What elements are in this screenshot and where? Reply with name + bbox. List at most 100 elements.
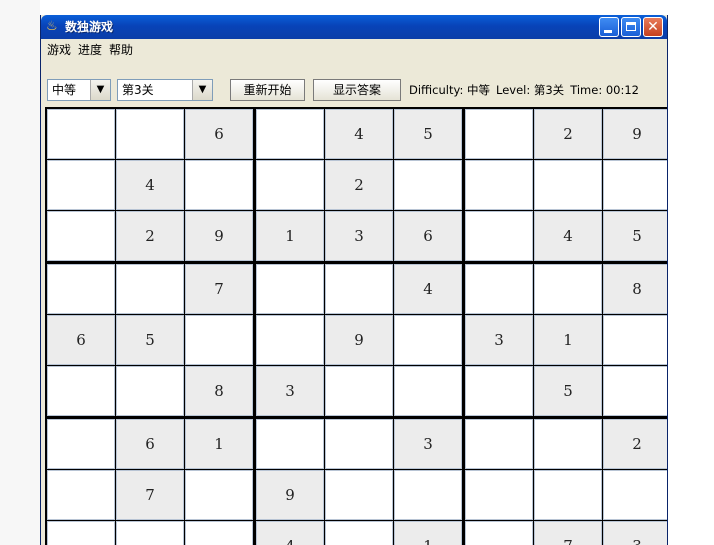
sudoku-cell-r7c7[interactable]: [465, 419, 533, 469]
sudoku-cell-r3c4: 1: [256, 211, 324, 261]
sudoku-cell-r3c6: 6: [394, 211, 462, 261]
sudoku-cell-r7c9: 2: [603, 419, 667, 469]
sudoku-cell-r6c5[interactable]: [325, 366, 393, 416]
sudoku-cell-r7c6: 3: [394, 419, 462, 469]
menu-game[interactable]: 游戏: [47, 43, 71, 57]
sudoku-cell-r2c8[interactable]: [534, 160, 602, 210]
sudoku-cell-r6c3: 8: [185, 366, 253, 416]
sudoku-cell-r2c3[interactable]: [185, 160, 253, 210]
sudoku-cell-r9c3[interactable]: [185, 521, 253, 545]
sudoku-cell-r6c6[interactable]: [394, 366, 462, 416]
minimize-icon: [604, 30, 612, 33]
sudoku-cell-r4c3: 7: [185, 264, 253, 314]
sudoku-cell-r9c5[interactable]: [325, 521, 393, 545]
sudoku-cell-r7c5[interactable]: [325, 419, 393, 469]
sudoku-cell-r2c1[interactable]: [47, 160, 115, 210]
level-value: 第3关: [122, 83, 154, 97]
sudoku-cell-r6c9[interactable]: [603, 366, 667, 416]
sudoku-cell-r1c5: 4: [325, 109, 393, 159]
sudoku-cell-r5c7: 3: [465, 315, 533, 365]
sudoku-cell-r3c5: 3: [325, 211, 393, 261]
sudoku-cell-r9c2[interactable]: [116, 521, 184, 545]
sudoku-cell-r8c9[interactable]: [603, 470, 667, 520]
sudoku-cell-r4c4[interactable]: [256, 264, 324, 314]
toolbar: 中等 ▼ 第3关 ▼ 重新开始 显示答案 Difficulty: 中等 Level…: [41, 61, 667, 105]
sudoku-cell-r2c2: 4: [116, 160, 184, 210]
sudoku-cell-r8c4: 9: [256, 470, 324, 520]
show-answer-button[interactable]: 显示答案: [313, 79, 401, 101]
sudoku-cell-r4c2[interactable]: [116, 264, 184, 314]
sudoku-cell-r4c7[interactable]: [465, 264, 533, 314]
background-strip: [0, 0, 40, 545]
sudoku-cell-r3c1[interactable]: [47, 211, 115, 261]
sudoku-cell-r7c3: 1: [185, 419, 253, 469]
sudoku-window: ♨ 数独游戏 ✕ 游戏 进度 帮助 中等 ▼ 第3关 ▼ 重新开始 显示答案 D…: [40, 15, 668, 545]
sudoku-cell-r5c8: 1: [534, 315, 602, 365]
sudoku-cell-r1c4[interactable]: [256, 109, 324, 159]
chevron-down-icon[interactable]: ▼: [90, 80, 110, 100]
chevron-down-icon[interactable]: ▼: [192, 80, 212, 100]
close-icon: ✕: [647, 19, 659, 35]
sudoku-cell-r4c8[interactable]: [534, 264, 602, 314]
sudoku-cell-r8c5[interactable]: [325, 470, 393, 520]
status-level: Level: 第3关: [495, 83, 565, 97]
status-difficulty: Difficulty: 中等: [409, 83, 490, 97]
sudoku-cell-r5c3[interactable]: [185, 315, 253, 365]
sudoku-cell-r3c3: 9: [185, 211, 253, 261]
sudoku-cell-r8c6[interactable]: [394, 470, 462, 520]
sudoku-cell-r9c6: 1: [394, 521, 462, 545]
sudoku-cell-r5c4[interactable]: [256, 315, 324, 365]
menu-help[interactable]: 帮助: [109, 43, 133, 57]
sudoku-cell-r4c5[interactable]: [325, 264, 393, 314]
sudoku-cell-r9c1[interactable]: [47, 521, 115, 545]
sudoku-cell-r1c2[interactable]: [116, 109, 184, 159]
sudoku-cell-r5c9[interactable]: [603, 315, 667, 365]
sudoku-cell-r7c4[interactable]: [256, 419, 324, 469]
sudoku-cell-r1c9: 9: [603, 109, 667, 159]
sudoku-cell-r8c3[interactable]: [185, 470, 253, 520]
sudoku-cell-r6c2[interactable]: [116, 366, 184, 416]
sudoku-cell-r2c6[interactable]: [394, 160, 462, 210]
sudoku-cell-r9c7[interactable]: [465, 521, 533, 545]
close-button[interactable]: ✕: [643, 17, 663, 37]
java-icon: ♨: [46, 19, 58, 34]
status-time: Time: 00:12: [570, 83, 640, 97]
sudoku-cell-r1c6: 5: [394, 109, 462, 159]
minimize-button[interactable]: [599, 17, 619, 37]
sudoku-cell-r5c5: 9: [325, 315, 393, 365]
sudoku-cell-r5c2: 5: [116, 315, 184, 365]
maximize-button[interactable]: [621, 17, 641, 37]
status-bar: Difficulty: 中等 Level: 第3关 Time: 00:12: [409, 83, 645, 97]
sudoku-cell-r1c3: 6: [185, 109, 253, 159]
sudoku-cell-r2c7[interactable]: [465, 160, 533, 210]
sudoku-cell-r1c8: 2: [534, 109, 602, 159]
menu-progress[interactable]: 进度: [78, 43, 102, 57]
sudoku-cell-r8c1[interactable]: [47, 470, 115, 520]
sudoku-cell-r3c7[interactable]: [465, 211, 533, 261]
sudoku-cell-r4c1[interactable]: [47, 264, 115, 314]
menu-bar: 游戏 进度 帮助: [41, 39, 667, 61]
sudoku-cell-r1c1[interactable]: [47, 109, 115, 159]
sudoku-cell-r2c4[interactable]: [256, 160, 324, 210]
difficulty-select[interactable]: 中等 ▼: [47, 79, 111, 101]
maximize-icon: [626, 22, 636, 31]
window-title: 数独游戏: [65, 20, 114, 34]
sudoku-cell-r6c4: 3: [256, 366, 324, 416]
sudoku-cell-r8c8[interactable]: [534, 470, 602, 520]
sudoku-board: 64529422913645748659318356132794173: [45, 107, 667, 545]
sudoku-cell-r2c5: 2: [325, 160, 393, 210]
title-bar[interactable]: ♨ 数独游戏 ✕: [41, 15, 667, 39]
restart-button[interactable]: 重新开始: [230, 79, 305, 101]
sudoku-cell-r3c8: 4: [534, 211, 602, 261]
sudoku-cell-r6c7[interactable]: [465, 366, 533, 416]
sudoku-cell-r5c6[interactable]: [394, 315, 462, 365]
sudoku-cell-r7c1[interactable]: [47, 419, 115, 469]
sudoku-cell-r1c7[interactable]: [465, 109, 533, 159]
sudoku-cell-r6c8: 5: [534, 366, 602, 416]
sudoku-cell-r2c9[interactable]: [603, 160, 667, 210]
sudoku-cell-r6c1[interactable]: [47, 366, 115, 416]
sudoku-cell-r7c8[interactable]: [534, 419, 602, 469]
sudoku-cell-r8c7[interactable]: [465, 470, 533, 520]
level-select[interactable]: 第3关 ▼: [117, 79, 213, 101]
difficulty-value: 中等: [52, 83, 77, 97]
